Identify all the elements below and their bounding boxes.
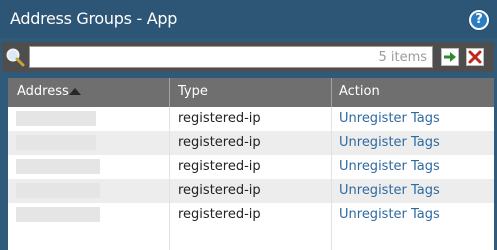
table-row[interactable]: registered-ip Unregister Tags xyxy=(8,203,494,227)
unregister-tags-link[interactable]: Unregister Tags xyxy=(339,155,440,179)
address-cell-redacted xyxy=(16,207,100,222)
unregister-tags-link[interactable]: Unregister Tags xyxy=(339,107,440,131)
apply-filter-button[interactable] xyxy=(441,48,459,66)
sort-ascending-icon xyxy=(69,88,81,95)
table-header: Address Type Action xyxy=(8,78,494,107)
unregister-tags-link[interactable]: Unregister Tags xyxy=(339,203,440,227)
column-divider[interactable] xyxy=(169,78,170,107)
apply-filter-icon xyxy=(444,52,456,62)
type-cell: registered-ip xyxy=(178,111,261,126)
search-icon xyxy=(6,48,25,67)
address-cell-redacted xyxy=(16,159,100,174)
column-header-type[interactable]: Type xyxy=(178,78,208,107)
unregister-tags-link[interactable]: Unregister Tags xyxy=(339,131,440,155)
title-bar: Address Groups - App ? xyxy=(0,0,497,38)
column-header-action[interactable]: Action xyxy=(339,78,380,107)
address-cell-redacted xyxy=(16,111,96,126)
item-count: 5 items xyxy=(378,50,427,65)
unregister-tags-link[interactable]: Unregister Tags xyxy=(339,179,440,203)
column-divider[interactable] xyxy=(331,78,332,107)
type-cell: registered-ip xyxy=(178,183,261,198)
type-cell: registered-ip xyxy=(178,207,261,222)
address-table: Address Type Action registered-ip Unregi… xyxy=(8,78,494,250)
filter-search-field: 5 items xyxy=(29,46,433,68)
clear-filter-icon xyxy=(468,50,482,64)
help-icon[interactable]: ? xyxy=(469,10,489,30)
column-gridline xyxy=(331,107,332,250)
filter-toolbar: 5 items xyxy=(2,42,494,72)
dialog-title: Address Groups - App xyxy=(10,9,178,28)
search-input[interactable] xyxy=(34,48,334,66)
type-cell: registered-ip xyxy=(178,135,261,150)
column-header-address[interactable]: Address xyxy=(17,78,69,107)
clear-filter-button[interactable] xyxy=(466,48,484,66)
address-groups-dialog: Address Groups - App ? 5 items Address T… xyxy=(0,0,497,250)
address-cell-redacted xyxy=(16,135,96,150)
address-cell-redacted xyxy=(16,183,100,198)
column-gridline xyxy=(169,107,170,250)
table-row[interactable]: registered-ip Unregister Tags xyxy=(8,179,494,203)
table-row[interactable]: registered-ip Unregister Tags xyxy=(8,131,494,155)
table-row[interactable]: registered-ip Unregister Tags xyxy=(8,155,494,179)
table-row[interactable]: registered-ip Unregister Tags xyxy=(8,107,494,131)
type-cell: registered-ip xyxy=(178,159,261,174)
